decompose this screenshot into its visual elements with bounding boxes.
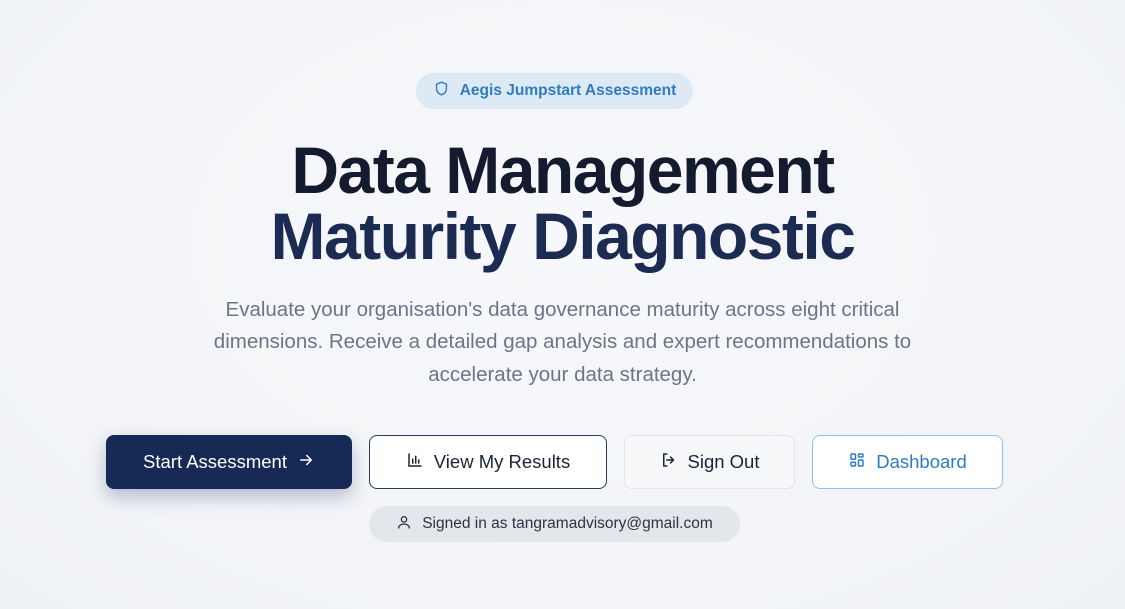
signed-in-status: Signed in as tangramadvisory@gmail.com [369,506,740,542]
dashboard-label: Dashboard [876,451,967,472]
signed-in-label: Signed in as tangramadvisory@gmail.com [422,515,713,532]
landing-page: Aegis Jumpstart Assessment Data Manageme… [0,0,1125,609]
page-title-line1: Data Management [291,133,835,207]
user-icon [396,514,412,535]
arrow-right-icon [297,451,315,474]
view-results-button[interactable]: View My Results [369,435,607,489]
start-assessment-button[interactable]: Start Assessment [106,435,352,489]
start-assessment-label: Start Assessment [143,451,287,472]
grid-icon [848,451,866,474]
assessment-badge: Aegis Jumpstart Assessment [416,73,693,109]
sign-out-label: Sign Out [687,451,760,472]
bar-chart-icon [406,451,424,474]
page-title-line2: Maturity Diagnostic [270,199,856,273]
shield-icon [433,80,450,102]
log-out-icon [660,451,678,474]
badge-label: Aegis Jumpstart Assessment [459,82,677,99]
subtitle-line: accelerate your data strategy. [428,363,697,386]
sign-out-button[interactable]: Sign Out [624,435,795,489]
dashboard-button[interactable]: Dashboard [812,435,1003,489]
view-results-label: View My Results [433,451,571,472]
subtitle-line: Evaluate your organisation's data govern… [225,298,900,321]
subtitle-line: dimensions. Receive a detailed gap analy… [213,330,912,353]
